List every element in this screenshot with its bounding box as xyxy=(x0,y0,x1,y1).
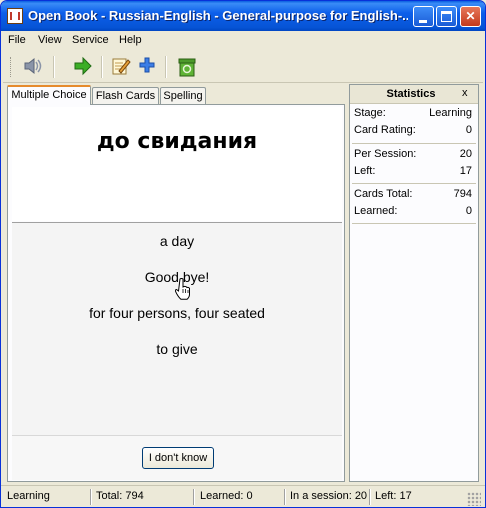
hand-cursor-icon xyxy=(175,278,190,300)
toolbar-grip[interactable] xyxy=(10,57,13,77)
toolbar-separator xyxy=(53,56,55,78)
stat-value: Learning xyxy=(429,107,472,119)
menu-view[interactable]: View xyxy=(38,34,62,46)
toolbar-separator xyxy=(101,56,103,78)
question-area: до свидания xyxy=(12,107,342,221)
stat-label: Left: xyxy=(354,165,376,177)
menu-service[interactable]: Service xyxy=(72,34,109,46)
stat-learned: Learned: 0 xyxy=(354,205,472,219)
stat-divider xyxy=(352,143,476,144)
status-learned: Learned: 0 xyxy=(200,490,253,502)
stat-value: 794 xyxy=(453,188,472,200)
arrow-right-icon[interactable] xyxy=(71,56,95,78)
stat-cards-total: Cards Total: 794 xyxy=(354,188,472,202)
menu-help[interactable]: Help xyxy=(119,34,142,46)
toolbar xyxy=(3,52,483,83)
stat-left: Left: 17 xyxy=(354,165,472,179)
status-separator xyxy=(369,489,371,505)
stat-stage: Stage: Learning xyxy=(354,107,472,121)
trash-icon[interactable] xyxy=(175,56,199,78)
tab-spelling[interactable]: Spelling xyxy=(160,87,206,104)
stat-label: Card Rating: xyxy=(354,124,416,136)
choice-option[interactable]: a day xyxy=(12,233,342,249)
choice-option[interactable]: to give xyxy=(12,341,342,357)
maximize-icon xyxy=(441,11,452,22)
statistics-title: Statistics xyxy=(386,88,436,100)
choice-option[interactable]: for four persons, four seated xyxy=(12,305,342,321)
stat-value: 17 xyxy=(459,165,472,177)
edit-note-icon[interactable] xyxy=(109,56,133,78)
answer-choices: a day Good bye! for four persons, four s… xyxy=(12,223,342,435)
statistics-panel: Statistics x Stage: Learning Card Rating… xyxy=(349,84,479,482)
statistics-close-button[interactable]: x xyxy=(462,87,468,99)
statistics-header: Statistics x xyxy=(350,85,478,104)
status-mode: Learning xyxy=(7,490,50,502)
minimize-button[interactable] xyxy=(413,6,434,27)
menu-bar: File View Service Help xyxy=(1,31,485,50)
stat-divider xyxy=(352,183,476,184)
title-bar[interactable]: Open Book - Russian-English - General-pu… xyxy=(1,1,485,31)
question-word: до свидания xyxy=(96,129,258,154)
status-left: Left: 17 xyxy=(375,490,412,502)
tab-multiple-choice[interactable]: Multiple Choice xyxy=(7,85,91,105)
answer-button-bar: I don't know xyxy=(12,435,342,480)
status-separator xyxy=(284,489,286,505)
stat-value: 20 xyxy=(459,148,472,160)
toolbar-separator xyxy=(165,56,167,78)
resize-grip-icon[interactable] xyxy=(467,492,481,506)
stat-per-session: Per Session: 20 xyxy=(354,148,472,162)
stat-value: 0 xyxy=(465,124,472,136)
speaker-icon[interactable] xyxy=(21,56,45,78)
stat-value: 0 xyxy=(465,205,472,217)
plus-icon[interactable] xyxy=(135,56,159,78)
close-icon: ✕ xyxy=(465,9,476,23)
stat-label: Learned: xyxy=(354,205,398,217)
tab-flash-cards[interactable]: Flash Cards xyxy=(92,87,159,104)
status-separator xyxy=(90,489,92,505)
status-session: In a session: 20 xyxy=(290,490,368,502)
status-separator xyxy=(193,489,195,505)
status-bar: Learning Total: 794 Learned: 0 In a sess… xyxy=(1,485,485,507)
stat-label: Cards Total: xyxy=(354,188,413,200)
stat-label: Per Session: xyxy=(354,148,417,160)
close-button[interactable]: ✕ xyxy=(460,6,481,27)
status-total: Total: 794 xyxy=(96,490,144,502)
minimize-icon xyxy=(419,20,427,23)
stat-card-rating: Card Rating: 0 xyxy=(354,124,472,138)
stat-label: Stage: xyxy=(354,107,386,119)
window-title: Open Book - Russian-English - General-pu… xyxy=(28,8,408,23)
app-window: Open Book - Russian-English - General-pu… xyxy=(0,0,486,508)
stat-divider xyxy=(352,223,476,224)
dont-know-button[interactable]: I don't know xyxy=(142,447,214,469)
book-icon xyxy=(7,8,23,24)
menu-file[interactable]: File xyxy=(8,34,26,46)
maximize-button[interactable] xyxy=(436,6,457,27)
